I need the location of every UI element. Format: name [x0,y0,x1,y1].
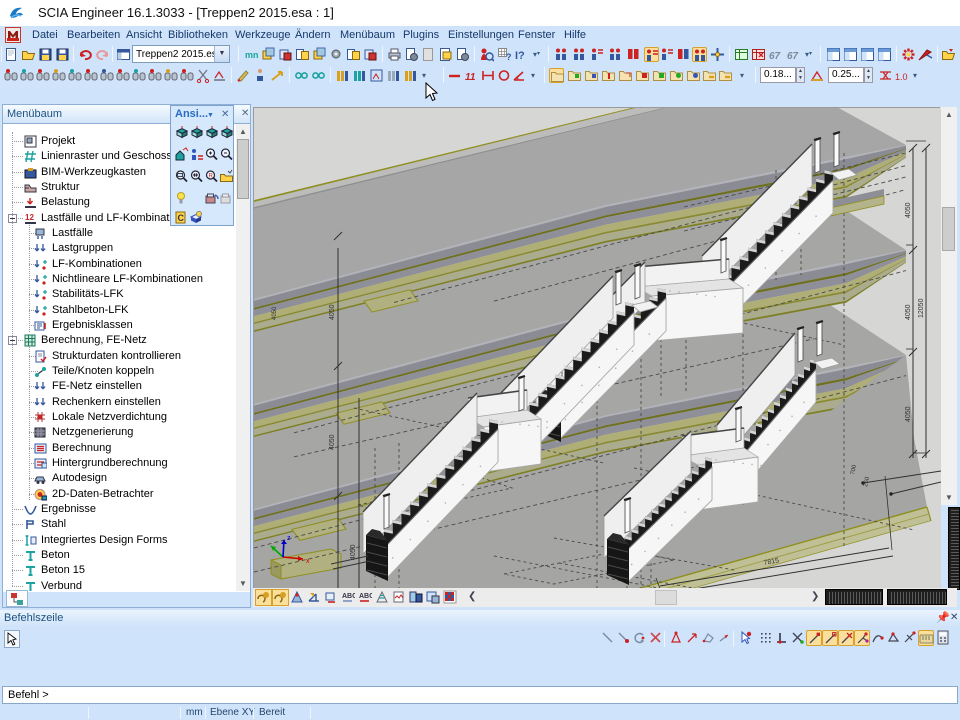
svg-text:ABC: ABC [359,593,372,600]
svg-text:4050: 4050 [905,304,912,320]
svg-text:4050: 4050 [905,406,912,422]
svg-text:?: ? [506,52,512,62]
svg-text:mn: mn [245,50,259,60]
svg-text:4050: 4050 [329,434,336,450]
svg-text:I?: I? [515,50,525,62]
svg-text:12: 12 [25,213,34,222]
svg-text:11: 11 [465,72,476,83]
svg-text:1.0: 1.0 [895,72,908,82]
svg-text:67: 67 [787,51,799,62]
svg-text:67: 67 [769,51,781,62]
svg-text:4050: 4050 [272,306,278,320]
svg-text:12050: 12050 [918,298,925,318]
svg-text:4050: 4050 [905,202,912,218]
svg-text:x: x [306,558,310,565]
svg-text:R: R [209,174,214,180]
svg-text:ABC: ABC [342,593,355,600]
svg-text:C: C [178,213,185,223]
svg-text:4050: 4050 [329,304,336,320]
svg-text:z: z [287,535,291,542]
svg-text:4050: 4050 [350,544,357,560]
